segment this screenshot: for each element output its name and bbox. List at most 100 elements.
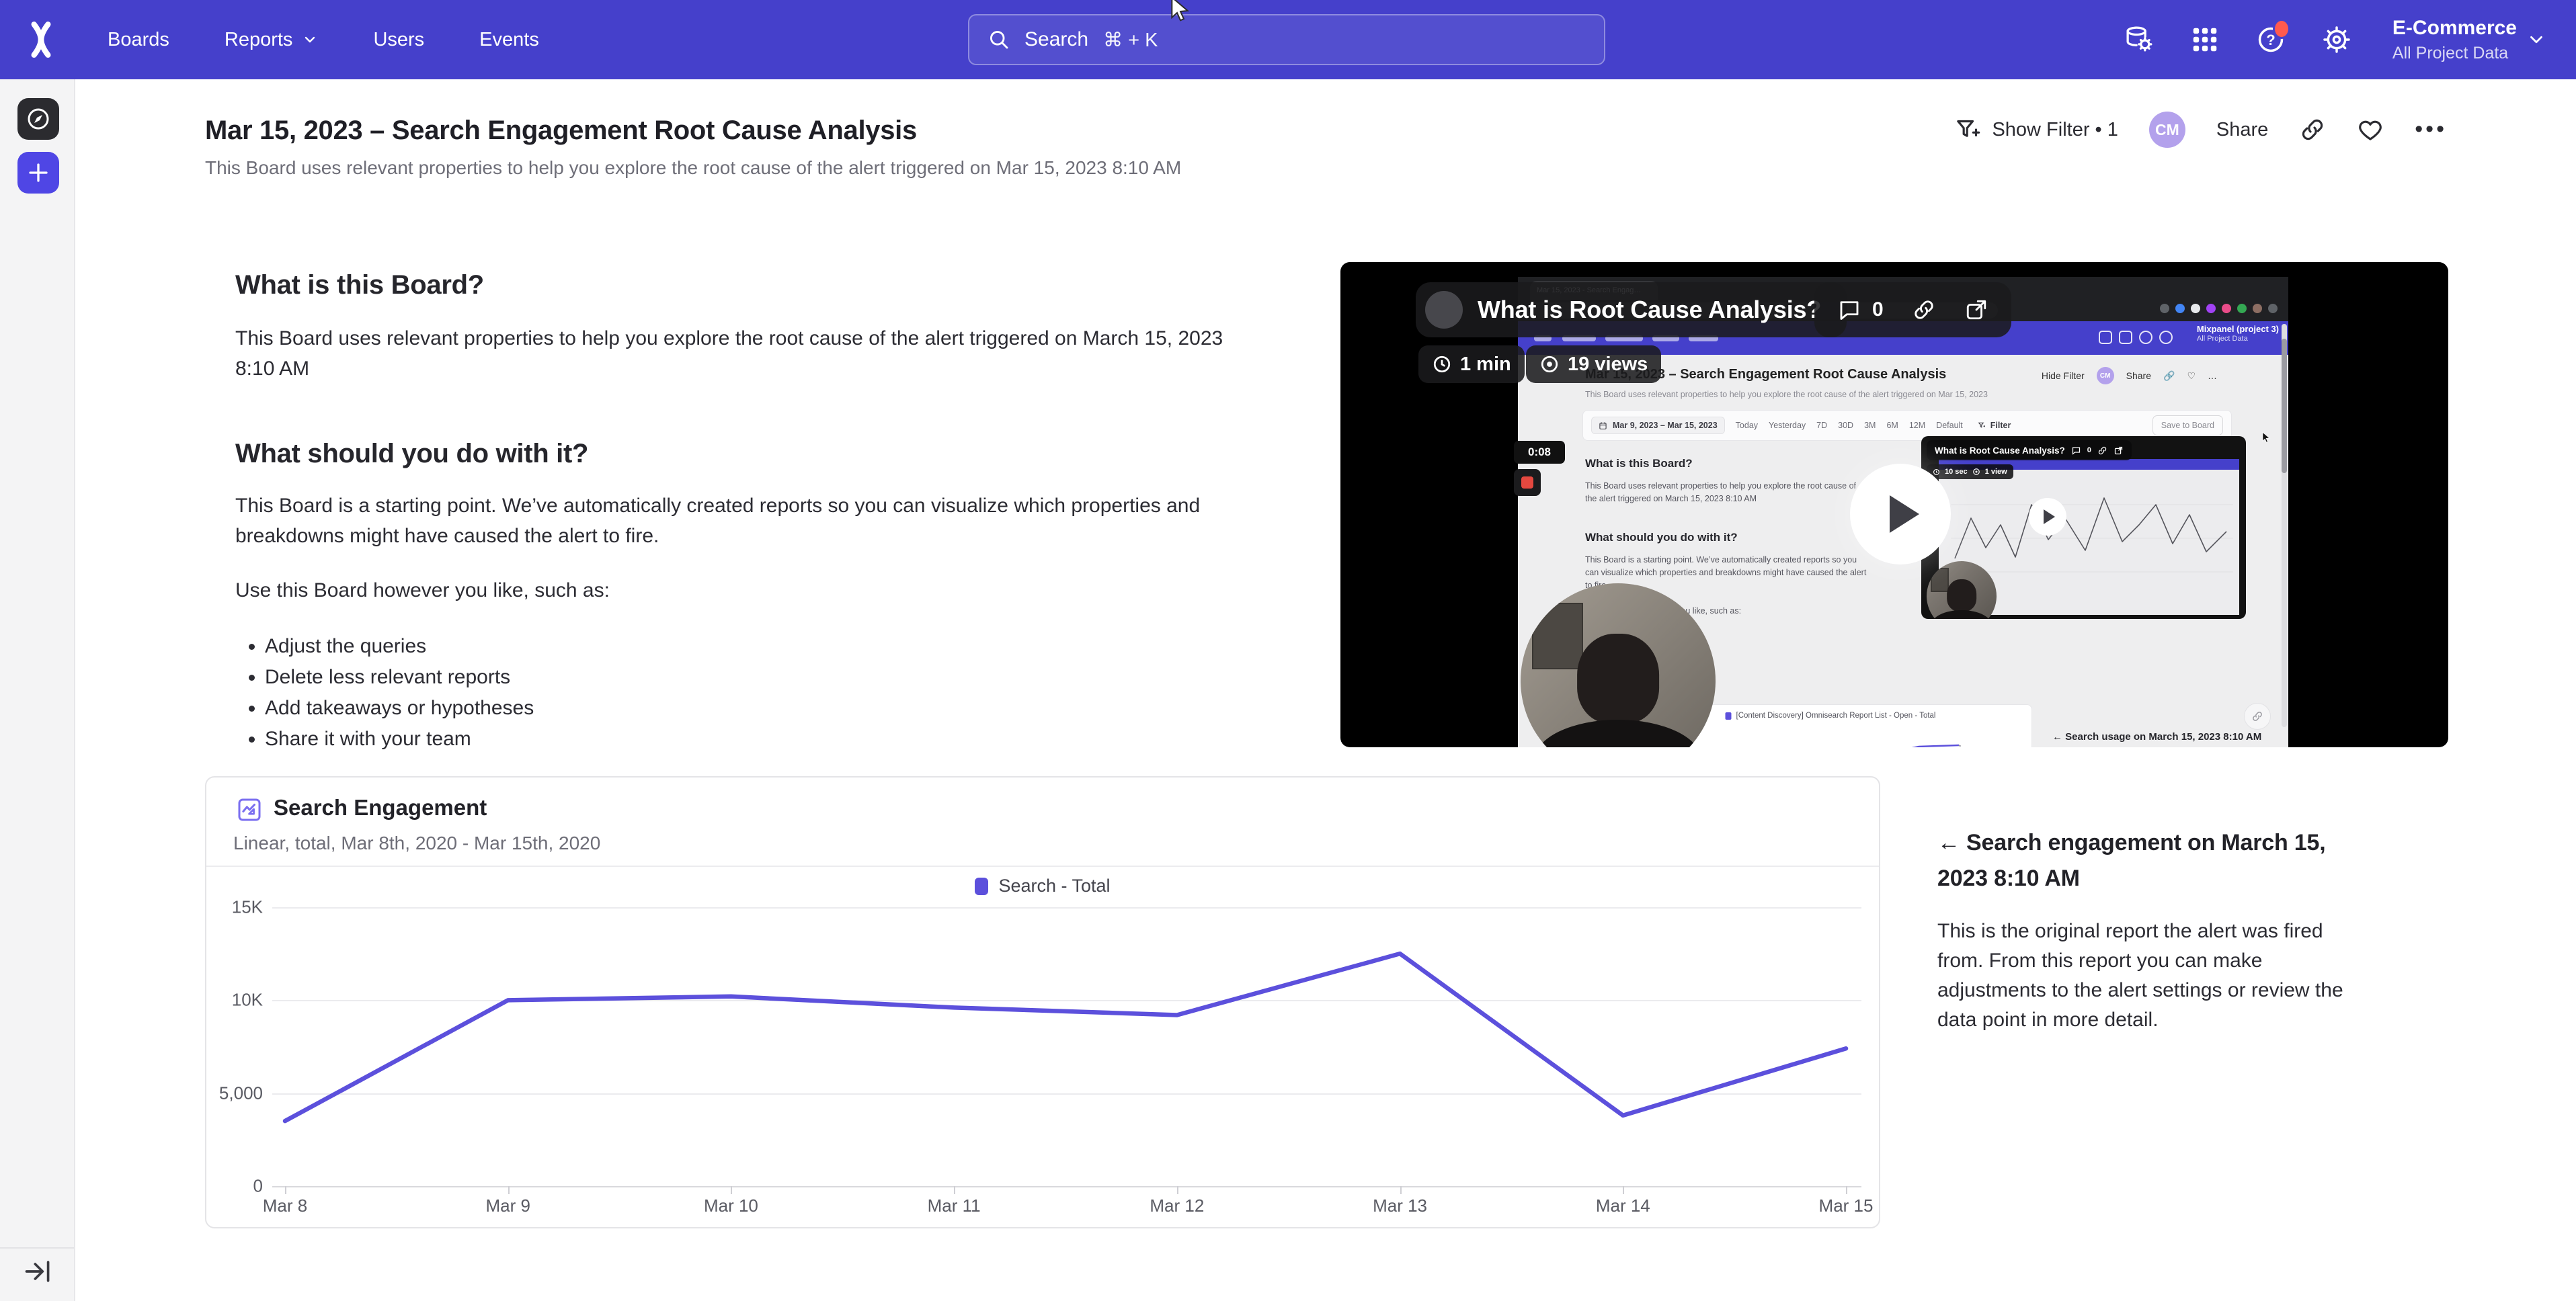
chevron-down-icon [302, 32, 318, 48]
discover-button[interactable] [17, 98, 59, 140]
data-management-icon[interactable] [2124, 24, 2155, 55]
nav-item-events[interactable]: Events [479, 29, 539, 51]
mini-avatar: CM [2097, 367, 2114, 384]
line-chart-icon [236, 796, 263, 823]
x-tick-label: Mar 14 [1596, 1195, 1650, 1216]
link-icon [2299, 116, 2326, 143]
x-tick-mark [731, 1186, 732, 1194]
mixpanel-logo-icon[interactable] [24, 20, 58, 59]
filter-icon [1954, 116, 1981, 143]
intro-paragraph-2: This Board is a starting point. We’ve au… [235, 491, 1230, 551]
apps-grid-icon[interactable] [2189, 24, 2220, 55]
notification-dot [2273, 19, 2290, 39]
x-tick-mark [1177, 1186, 1178, 1194]
mini-report-legend: [Content Discovery] Omnisearch Report Li… [1726, 712, 1936, 720]
settings-gear-icon[interactable] [2321, 24, 2352, 55]
intro-bullet: Delete less relevant reports [265, 662, 1230, 693]
mini-scrollbar-thumb [2282, 339, 2287, 473]
video-player[interactable]: Mar 15, 2023 - Search Engag… Mixpanel (p… [1340, 262, 2448, 747]
nav-item-users[interactable]: Users [373, 29, 424, 51]
comment-count: 0 [1872, 298, 1884, 321]
x-tick-mark [1623, 1186, 1624, 1194]
link-icon[interactable] [1912, 298, 1936, 322]
project-scope: All Project Data [2392, 43, 2517, 63]
more-options-button[interactable]: ••• [2415, 125, 2447, 134]
intro-bullet: Add takeaways or hypotheses [265, 693, 1230, 724]
intro-paragraph-1: This Board uses relevant properties to h… [235, 323, 1230, 384]
search-placeholder: Search [1024, 28, 1088, 51]
x-tick-label: Mar 9 [485, 1195, 530, 1216]
nav-item-boards[interactable]: Boards [108, 29, 169, 51]
mini-nav-icon [2099, 331, 2112, 344]
video-duration-pill: 1 min [1418, 345, 1525, 383]
project-name: E-Commerce [2392, 16, 2517, 40]
nav-item-reports[interactable]: Reports [225, 29, 319, 51]
mini-heading-1: What is this Board? [1585, 457, 1693, 470]
chart-plot-area[interactable] [272, 907, 1861, 1187]
share-button[interactable]: Share [2216, 119, 2268, 141]
left-rail [0, 79, 75, 1301]
help-icon[interactable]: ? [2255, 24, 2286, 55]
page-title: Mar 15, 2023 – Search Engagement Root Ca… [205, 116, 917, 146]
nested-video-card: What is Root Cause Analysis? 0 10 sec 1 … [1921, 436, 2246, 619]
expand-sidebar-button[interactable] [23, 1257, 52, 1286]
project-switcher[interactable]: E-Commerce All Project Data [2387, 16, 2546, 63]
intro-bullet: Share it with your team [265, 724, 1230, 755]
x-tick-label: Mar 10 [704, 1195, 758, 1216]
series-line [285, 954, 1846, 1121]
intro-heading-1: What is this Board? [235, 270, 1230, 300]
copy-link-button[interactable] [2299, 116, 2326, 143]
mini-float-link-icon [2244, 703, 2271, 730]
nested-video-title: What is Root Cause Analysis? 0 [1927, 440, 2132, 460]
aside-note: ← Search engagement on March 15, 2023 8:… [1937, 825, 2373, 1035]
y-tick-label: 5,000 [219, 1083, 263, 1103]
mini-nav-icon [2139, 331, 2152, 344]
play-button[interactable] [1850, 464, 1951, 564]
mini-board-controls: Hide Filter CM Share 🔗♡… [2042, 367, 2217, 384]
add-button[interactable] [17, 152, 59, 194]
rail-divider [0, 1247, 74, 1249]
compass-icon [25, 106, 52, 132]
y-tick-label: 15K [232, 897, 263, 918]
mini-nav-icon [2159, 331, 2173, 344]
search-input[interactable]: Search ⌘ + K [968, 14, 1605, 65]
legend-label: Search - Total [998, 876, 1110, 896]
show-filter-button[interactable]: Show Filter • 1 [1954, 116, 2118, 143]
x-tick-mark [508, 1186, 510, 1194]
video-views-pill: 19 views [1526, 345, 1661, 383]
y-tick-label: 10K [232, 990, 263, 1011]
x-tick-mark [285, 1186, 286, 1194]
favorite-button[interactable] [2357, 116, 2384, 143]
open-external-icon[interactable] [1964, 298, 1988, 322]
mouse-cursor [1166, 0, 1193, 26]
views-icon [1539, 354, 1560, 374]
report-title: Search Engagement [274, 795, 487, 821]
x-tick-mark [1846, 1186, 1847, 1194]
avatar[interactable]: CM [2149, 112, 2185, 148]
show-filter-label: Show Filter • 1 [1992, 119, 2118, 141]
recording-stop-button [1514, 469, 1541, 496]
intro-paragraph-3: Use this Board however you like, such as… [235, 575, 1230, 605]
x-tick-label: Mar 15 [1819, 1195, 1874, 1216]
recording-timer: 0:08 [1514, 441, 1565, 464]
recorded-cursor [2260, 431, 2272, 445]
mini-nav-icon [2119, 331, 2132, 344]
page-subtitle: This Board uses relevant properties to h… [205, 157, 1181, 179]
x-tick-label: Mar 12 [1150, 1195, 1204, 1216]
intro-section: What is this Board? This Board uses rele… [235, 270, 1230, 755]
plus-icon [26, 161, 50, 185]
clock-icon [1432, 354, 1452, 374]
comment-icon[interactable] [1837, 298, 1861, 322]
mini-side-heading: ← Search usage on March 15, 2023 8:10 AM [2052, 731, 2261, 743]
report-card-search-engagement[interactable]: Search Engagement Linear, total, Mar 8th… [205, 776, 1880, 1228]
video-title: What is Root Cause Analysis? [1478, 296, 1821, 324]
browser-extensions [2160, 304, 2278, 313]
chevron-down-icon [2526, 30, 2546, 50]
search-icon [987, 28, 1011, 52]
mini-board-subtitle: This Board uses relevant properties to h… [1585, 390, 1988, 399]
x-tick-mark [954, 1186, 955, 1194]
video-author-avatar [1425, 291, 1463, 329]
chart-legend[interactable]: Search - Total [206, 876, 1879, 896]
x-tick-label: Mar 13 [1373, 1195, 1427, 1216]
video-title-pill: What is Root Cause Analysis? [1416, 282, 1847, 337]
